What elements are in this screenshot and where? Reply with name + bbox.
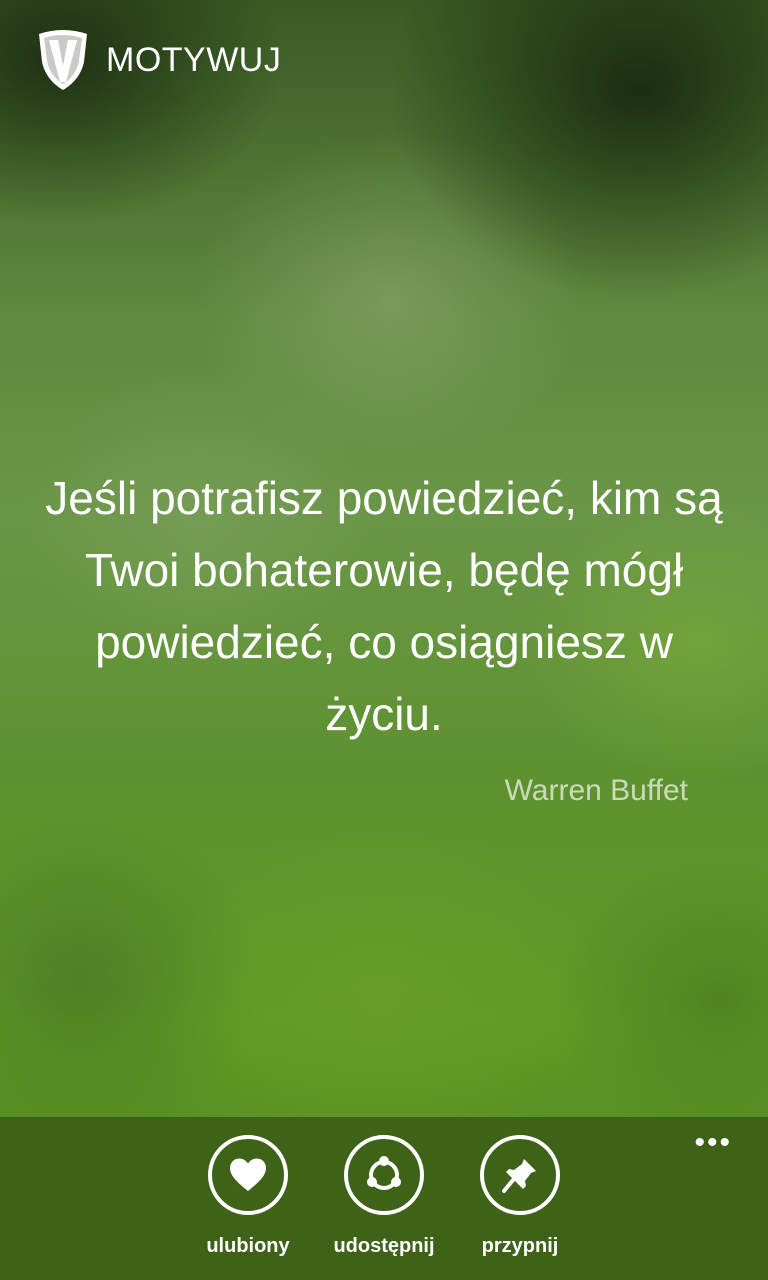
pin-label: przypnij — [481, 1235, 559, 1257]
pin-icon — [502, 1159, 536, 1193]
share-button-circle[interactable] — [344, 1135, 424, 1215]
quote-text: Jeśli potrafisz powiedzieć, kim są Twoi … — [45, 472, 723, 740]
quote-author: Warren Buffet — [504, 774, 688, 807]
share-button[interactable]: udostępnij — [317, 1135, 451, 1258]
heart-icon — [230, 1158, 266, 1191]
pin-button[interactable]: przypnij — [453, 1135, 587, 1258]
share-icon — [367, 1156, 401, 1190]
favorite-button-circle[interactable] — [208, 1135, 288, 1215]
app-header: MOTYWUJ — [36, 28, 281, 92]
app-bar-actions: ulubiony udostępnij przypnij — [0, 1135, 768, 1258]
favorite-label: ulubiony — [206, 1235, 290, 1257]
app-bar: ••• ulubiony udostępnij przypnij — [0, 1117, 768, 1280]
app-title: MOTYWUJ — [106, 40, 282, 79]
pin-button-circle[interactable] — [480, 1135, 560, 1215]
favorite-button[interactable]: ulubiony — [181, 1135, 315, 1258]
share-label: udostępnij — [333, 1235, 435, 1257]
shield-logo-icon — [39, 30, 87, 90]
